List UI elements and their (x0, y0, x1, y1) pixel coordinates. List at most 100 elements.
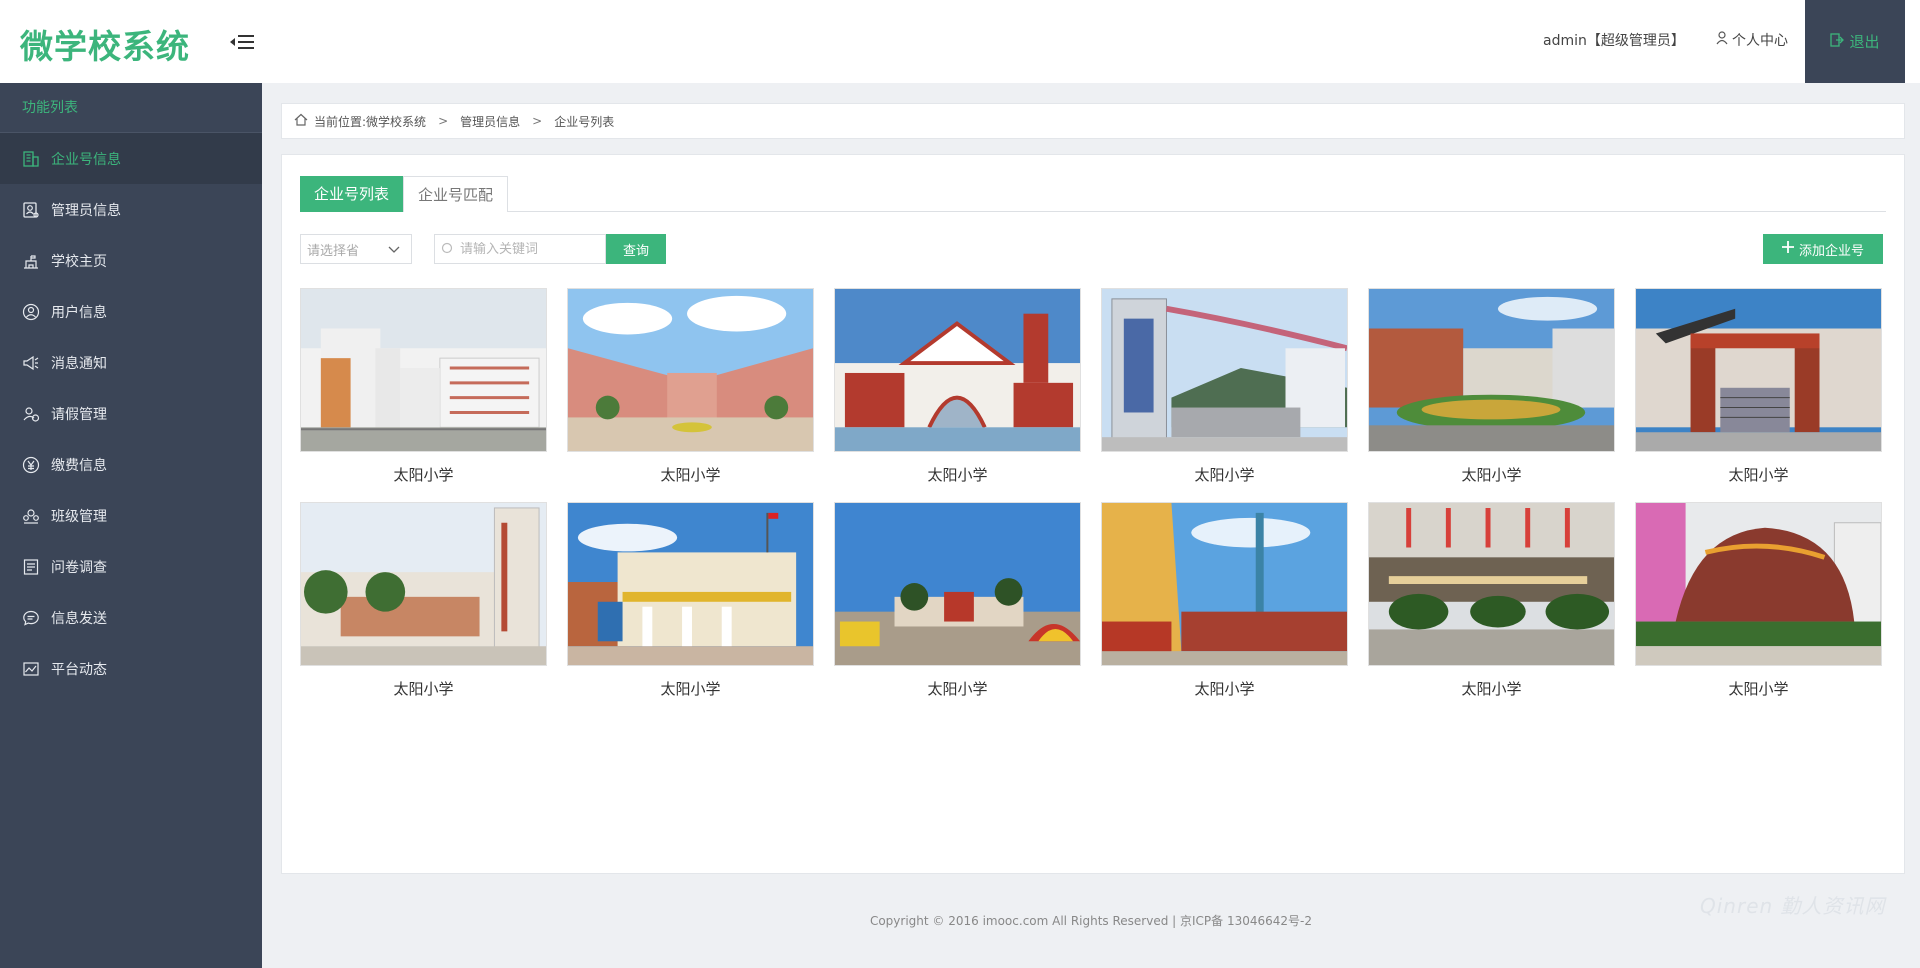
search-field (434, 234, 606, 264)
school-name: 太阳小学 (1728, 680, 1789, 698)
admin-card-icon (22, 201, 40, 219)
sidebar: 功能列表 企业号信息 管理员信息 学校主页 用户信息 消息通知 请假管理 缴费信… (0, 83, 262, 968)
breadcrumb-prefix: 当前位置: (314, 114, 367, 129)
school-photo (567, 502, 814, 666)
sidebar-item-label: 企业号信息 (51, 151, 121, 168)
chart-icon (22, 660, 40, 678)
main-panel: 企业号列表 企业号匹配 请选择省 查询 添加企业号 (281, 154, 1905, 874)
school-photo (567, 288, 814, 452)
school-name: 太阳小学 (660, 466, 721, 484)
add-enterprise-button[interactable]: 添加企业号 (1763, 234, 1883, 264)
sidebar-item-label: 信息发送 (51, 610, 107, 627)
sidebar-title: 功能列表 (0, 83, 262, 133)
school-name: 太阳小学 (927, 680, 988, 698)
tab-enterprise-list[interactable]: 企业号列表 (300, 176, 404, 212)
school-card[interactable]: 太阳小学 (834, 502, 1081, 698)
profile-link[interactable]: 个人中心 (1716, 30, 1788, 50)
school-card[interactable]: 太阳小学 (1635, 288, 1882, 484)
plus-icon (1781, 241, 1794, 257)
school-card[interactable]: 太阳小学 (1368, 502, 1615, 698)
sidebar-item-leave[interactable]: 请假管理 (0, 388, 262, 439)
sidebar-item-label: 管理员信息 (51, 202, 121, 219)
school-name: 太阳小学 (393, 466, 454, 484)
search-icon (441, 240, 454, 259)
profile-label: 个人中心 (1732, 33, 1788, 49)
sidebar-item-school-home[interactable]: 学校主页 (0, 235, 262, 286)
watermark: Qinren 勤人资讯网 (1700, 894, 1886, 918)
school-name: 太阳小学 (393, 680, 454, 698)
school-photo (1368, 502, 1615, 666)
sidebar-item-payment[interactable]: 缴费信息 (0, 439, 262, 490)
school-card[interactable]: 太阳小学 (1101, 288, 1348, 484)
school-card[interactable]: 太阳小学 (1635, 502, 1882, 698)
query-button[interactable]: 查询 (606, 234, 666, 264)
sidebar-item-users[interactable]: 用户信息 (0, 286, 262, 337)
sidebar-item-label: 用户信息 (51, 304, 107, 321)
sidebar-item-label: 消息通知 (51, 355, 107, 372)
school-photo (1101, 502, 1348, 666)
school-card[interactable]: 太阳小学 (567, 502, 814, 698)
search-input[interactable] (460, 241, 600, 257)
school-photo (1101, 288, 1348, 452)
breadcrumb-item: 企业号列表 (554, 114, 615, 129)
menu-toggle-icon[interactable] (226, 27, 264, 57)
school-icon (22, 252, 40, 270)
sidebar-item-label: 问卷调查 (51, 559, 107, 576)
school-card[interactable]: 太阳小学 (300, 288, 547, 484)
breadcrumb-separator: > (532, 114, 543, 128)
class-icon (22, 507, 40, 525)
chevron-down-icon (387, 242, 401, 260)
sidebar-item-label: 学校主页 (51, 253, 107, 270)
sidebar-item-label: 缴费信息 (51, 457, 107, 474)
school-card[interactable]: 太阳小学 (834, 288, 1081, 484)
person-icon (1716, 31, 1728, 49)
chat-icon (22, 609, 40, 627)
sidebar-item-class[interactable]: 班级管理 (0, 490, 262, 541)
school-name: 太阳小学 (1728, 466, 1789, 484)
home-icon (294, 113, 308, 129)
school-card[interactable]: 太阳小学 (1368, 288, 1615, 484)
school-grid: 太阳小学 太阳小学 太阳小学 太阳小学 太阳小学 太阳小学 太阳小学 太阳小学 … (300, 288, 1882, 698)
school-card[interactable]: 太阳小学 (300, 502, 547, 698)
user-icon (22, 303, 40, 321)
logout-button[interactable]: 退出 (1805, 0, 1905, 83)
logout-icon (1830, 32, 1845, 51)
current-user-label: admin【超级管理员】 (1543, 33, 1685, 49)
school-photo (300, 502, 547, 666)
school-name: 太阳小学 (1194, 466, 1255, 484)
school-photo (300, 288, 547, 452)
sidebar-item-message-send[interactable]: 信息发送 (0, 592, 262, 643)
school-photo (1635, 502, 1882, 666)
sidebar-item-label: 班级管理 (51, 508, 107, 525)
school-photo (1368, 288, 1615, 452)
school-name: 太阳小学 (1461, 680, 1522, 698)
sidebar-item-enterprise[interactable]: 企业号信息 (0, 133, 262, 184)
sidebar-item-notify[interactable]: 消息通知 (0, 337, 262, 388)
building-icon (22, 150, 40, 168)
school-photo (1635, 288, 1882, 452)
sidebar-item-admin[interactable]: 管理员信息 (0, 184, 262, 235)
school-name: 太阳小学 (660, 680, 721, 698)
footer-copyright: Copyright © 2016 imooc.com All Rights Re… (869, 914, 1313, 928)
leave-icon (22, 405, 40, 423)
tab-bar: 企业号列表 企业号匹配 (300, 176, 1886, 212)
add-enterprise-label: 添加企业号 (1798, 243, 1864, 259)
logout-label: 退出 (1849, 33, 1880, 51)
breadcrumb-item[interactable]: 管理员信息 (460, 113, 520, 130)
top-header: 微学校系统 admin【超级管理员】 个人中心 退出 (0, 0, 1920, 83)
school-name: 太阳小学 (927, 466, 988, 484)
sidebar-item-platform-news[interactable]: 平台动态 (0, 643, 262, 694)
province-select[interactable]: 请选择省 (300, 234, 412, 264)
breadcrumb: 当前位置: 微学校系统 > 管理员信息 > 企业号列表 (281, 103, 1905, 139)
tab-enterprise-match[interactable]: 企业号匹配 (403, 176, 509, 212)
province-select-value: 请选择省 (307, 243, 360, 259)
payment-icon (22, 456, 40, 474)
school-card[interactable]: 太阳小学 (1101, 502, 1348, 698)
sidebar-item-survey[interactable]: 问卷调查 (0, 541, 262, 592)
school-card[interactable]: 太阳小学 (567, 288, 814, 484)
school-name: 太阳小学 (1461, 466, 1522, 484)
survey-icon (22, 558, 40, 576)
sidebar-item-label: 请假管理 (51, 406, 107, 423)
breadcrumb-item[interactable]: 微学校系统 (366, 113, 426, 130)
megaphone-icon (22, 354, 40, 372)
